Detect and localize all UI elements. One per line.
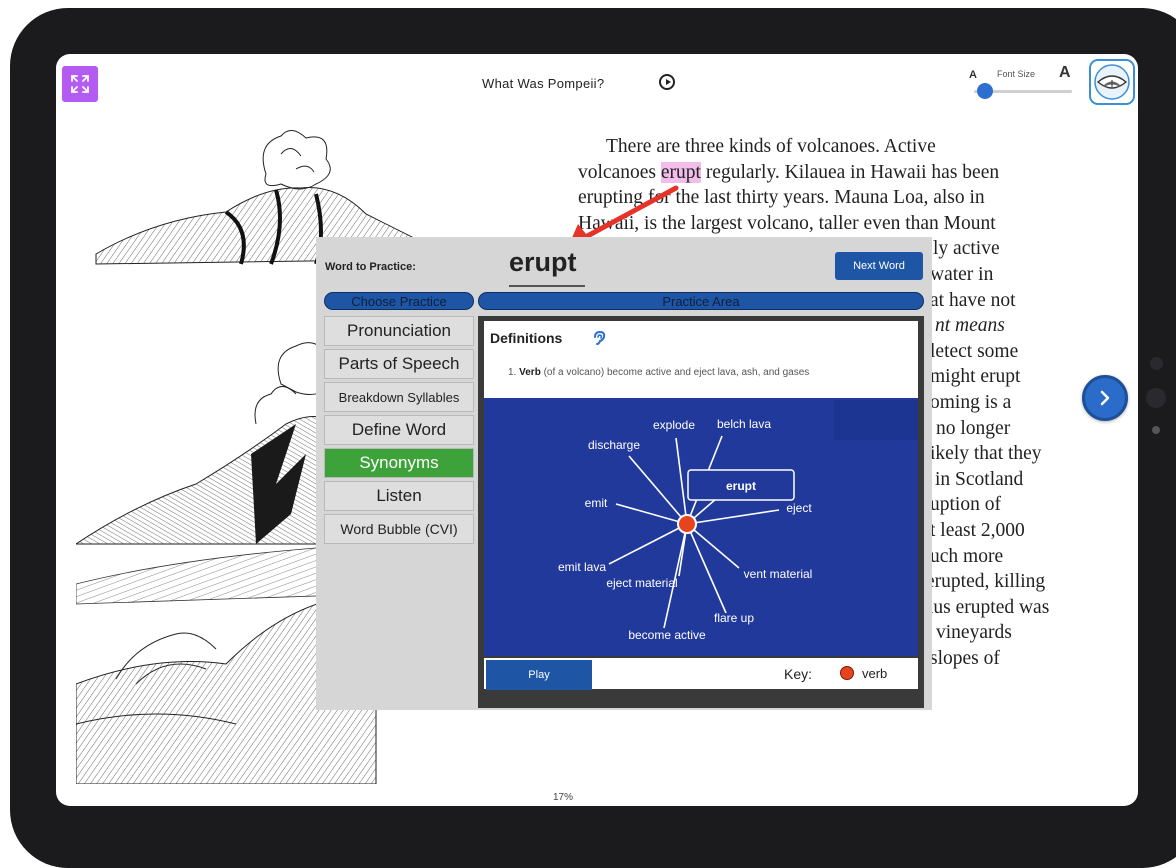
practice-word-underline bbox=[509, 285, 585, 287]
next-word-button[interactable]: Next Word bbox=[835, 252, 923, 280]
synonym-graph: erupt explode belch lava discharge emit … bbox=[484, 398, 918, 656]
font-size-label: Font Size bbox=[997, 69, 1036, 79]
reader-screen: What Was Pompeii? A Font Size A There ar… bbox=[56, 54, 1138, 806]
practice-area: Definitions 1. Verb (of a volcano) becom… bbox=[478, 316, 924, 708]
synonym-vent-material[interactable]: vent material bbox=[744, 567, 813, 581]
font-size-small-label: A bbox=[969, 69, 977, 81]
definition-text: (of a volcano) become active and eject l… bbox=[543, 367, 810, 378]
camera-dot bbox=[1150, 357, 1163, 370]
hardware-button bbox=[1146, 388, 1166, 408]
word-practice-panel: Word to Practice: erupt Next Word Choose… bbox=[316, 237, 932, 710]
book-title: What Was Pompeii? bbox=[482, 76, 605, 91]
menu-word-bubble[interactable]: Word Bubble (CVI) bbox=[324, 514, 474, 544]
synonym-center-label: erupt bbox=[726, 479, 756, 493]
menu-breakdown-syllables[interactable]: Breakdown Syllables bbox=[324, 382, 474, 412]
synonym-emit[interactable]: emit bbox=[585, 496, 608, 510]
ear-listen-icon[interactable] bbox=[590, 329, 608, 347]
synonym-become-active[interactable]: become active bbox=[628, 628, 706, 642]
synonym-eject[interactable]: eject bbox=[786, 501, 812, 515]
practice-area-header: Practice Area bbox=[478, 292, 924, 310]
menu-parts-of-speech[interactable]: Parts of Speech bbox=[324, 349, 474, 379]
practice-bottom-bar: Play Key: verb bbox=[484, 658, 918, 690]
definition-number: 1. bbox=[508, 367, 517, 378]
legend-verb-label: verb bbox=[862, 666, 888, 681]
font-size-slider-thumb[interactable] bbox=[977, 83, 993, 99]
text-line-highlight: volcanoes erupt regularly. Kilauea in Ha… bbox=[578, 160, 1118, 186]
app-logo-button[interactable] bbox=[1089, 59, 1135, 105]
word-to-practice-label: Word to Practice: bbox=[325, 261, 416, 273]
font-size-large-label: A bbox=[1059, 64, 1071, 81]
choose-practice-header: Choose Practice bbox=[324, 292, 474, 310]
page-progress: 17% bbox=[553, 792, 574, 803]
expand-button[interactable] bbox=[62, 66, 98, 102]
synonym-explode[interactable]: explode bbox=[653, 418, 695, 432]
practice-menu: Pronunciation Parts of Speech Breakdown … bbox=[324, 316, 474, 547]
menu-synonyms[interactable]: Synonyms bbox=[324, 448, 474, 478]
definitions-title: Definitions bbox=[490, 330, 563, 346]
definition-entry: 1. Verb (of a volcano) become active and… bbox=[508, 367, 809, 378]
definition-pos: Verb bbox=[519, 367, 541, 378]
menu-pronunciation[interactable]: Pronunciation bbox=[324, 316, 474, 346]
play-circle-icon[interactable] bbox=[659, 74, 675, 90]
synonym-belch-lava[interactable]: belch lava bbox=[717, 417, 771, 431]
sensor-dot bbox=[1152, 426, 1160, 434]
reading-eye-logo bbox=[1094, 64, 1130, 100]
synonym-emit-lava[interactable]: emit lava bbox=[558, 560, 606, 574]
expand-arrows-icon bbox=[71, 75, 89, 93]
legend-key-label: Key: bbox=[784, 666, 813, 682]
menu-listen[interactable]: Listen bbox=[324, 481, 474, 511]
synonym-discharge[interactable]: discharge bbox=[588, 438, 640, 452]
synonym-flare-up[interactable]: flare up bbox=[714, 611, 754, 625]
menu-define-word[interactable]: Define Word bbox=[324, 415, 474, 445]
text-line: regularly. Kilauea in Hawaii has been bbox=[705, 161, 1000, 183]
play-button[interactable]: Play bbox=[486, 660, 592, 690]
highlighted-word[interactable]: erupt bbox=[660, 161, 701, 183]
definitions-box: Definitions 1. Verb (of a volcano) becom… bbox=[484, 321, 918, 398]
chevron-right-icon bbox=[1100, 390, 1110, 406]
practice-word: erupt bbox=[509, 247, 577, 277]
next-page-button[interactable] bbox=[1082, 375, 1128, 421]
legend-verb-dot bbox=[840, 666, 854, 680]
synonym-eject-material[interactable]: eject material bbox=[606, 576, 677, 590]
text-line: There are three kinds of volcanoes. Acti… bbox=[606, 136, 936, 157]
text-line: volcanoes bbox=[578, 161, 661, 183]
